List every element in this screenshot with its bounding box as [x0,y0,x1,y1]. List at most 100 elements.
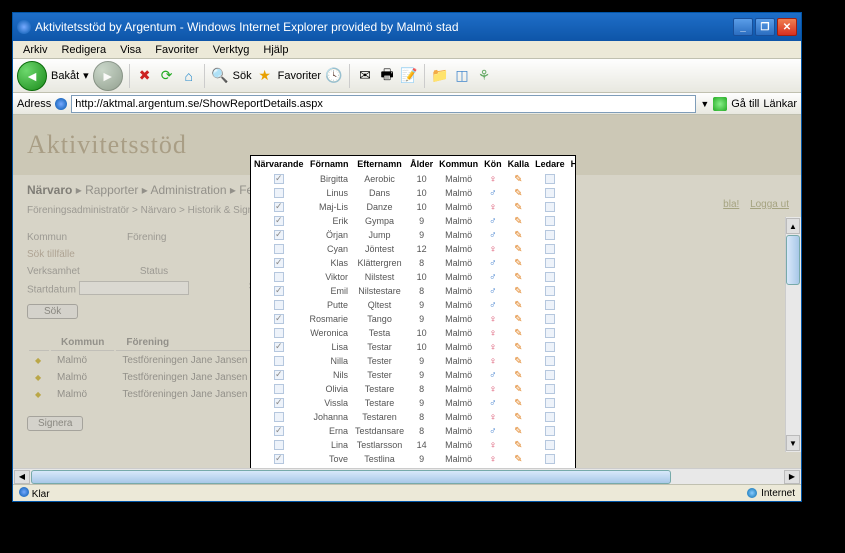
attendance-checkbox[interactable] [274,174,284,184]
menu-redigera[interactable]: Redigera [55,43,112,57]
ledare-checkbox[interactable] [545,356,555,366]
ledare-checkbox[interactable] [545,370,555,380]
mail-icon[interactable]: ✉ [356,67,374,85]
tool-icon-2[interactable]: ⚘ [475,67,493,85]
menu-visa[interactable]: Visa [114,43,147,57]
back-button[interactable]: ◄ [17,61,47,91]
ledare-checkbox[interactable] [545,174,555,184]
forward-button[interactable]: ► [93,61,123,91]
edit-icon[interactable]: ✎ [514,328,522,339]
refresh-icon[interactable]: ⟳ [158,67,176,85]
stop-icon[interactable]: ✖ [136,67,154,85]
scroll-left-icon[interactable]: ◀ [14,470,30,484]
minimize-button[interactable]: _ [733,18,753,36]
edit-icon[interactable]: ✎ [514,244,522,255]
ledare-checkbox[interactable] [545,384,555,394]
folder-icon[interactable]: 📁 [431,67,449,85]
go-label[interactable]: Gå till [731,98,759,110]
maximize-button[interactable]: ❐ [755,18,775,36]
ledare-checkbox[interactable] [545,440,555,450]
ledare-checkbox[interactable] [545,454,555,464]
ledare-checkbox[interactable] [545,314,555,324]
close-button[interactable]: ✕ [777,18,797,36]
ledare-checkbox[interactable] [545,216,555,226]
cell-kommun: Malmö [436,340,481,354]
attendance-checkbox[interactable] [274,188,284,198]
edit-icon[interactable]: ✎ [514,286,522,297]
scroll-thumb-h[interactable] [31,470,671,484]
attendance-checkbox[interactable] [274,398,284,408]
address-input[interactable] [71,95,696,113]
attendance-checkbox[interactable] [274,370,284,380]
ledare-checkbox[interactable] [545,230,555,240]
ledare-checkbox[interactable] [545,398,555,408]
edit-icon[interactable]: ✎ [514,412,522,423]
ledare-checkbox[interactable] [545,412,555,422]
links-label[interactable]: Länkar [763,98,797,110]
edit-icon[interactable]: ✎ [514,398,522,409]
home-icon[interactable]: ⌂ [180,67,198,85]
scroll-down-icon[interactable]: ▼ [786,435,800,451]
favorites-icon[interactable]: ★ [256,67,274,85]
attendance-row: Lina Testlarsson 14 Malmö ♀ ✎ [251,438,576,452]
attendance-checkbox[interactable] [274,286,284,296]
ledare-checkbox[interactable] [545,244,555,254]
ledare-checkbox[interactable] [545,258,555,268]
edit-icon[interactable]: ✎ [514,314,522,325]
go-icon[interactable] [713,97,727,111]
ledare-checkbox[interactable] [545,300,555,310]
edit-icon[interactable]: ✎ [514,454,522,465]
attendance-checkbox[interactable] [274,384,284,394]
attendance-checkbox[interactable] [274,454,284,464]
attendance-checkbox[interactable] [274,216,284,226]
attendance-checkbox[interactable] [274,202,284,212]
attendance-checkbox[interactable] [274,230,284,240]
edit-icon[interactable]: ✎ [514,230,522,241]
history-icon[interactable]: 🕓 [325,67,343,85]
attendance-checkbox[interactable] [274,258,284,268]
edit-icon[interactable]: ✎ [514,426,522,437]
scroll-up-icon[interactable]: ▲ [786,218,800,234]
attendance-checkbox[interactable] [274,328,284,338]
edit-icon[interactable]: ✎ [514,174,522,185]
attendance-checkbox[interactable] [274,356,284,366]
scroll-right-icon[interactable]: ▶ [784,470,800,484]
edit-icon[interactable]: ✎ [514,202,522,213]
print-icon[interactable]: 🖶 [378,67,396,85]
ledare-checkbox[interactable] [545,202,555,212]
edit-icon[interactable]: ✎ [514,356,522,367]
vertical-scrollbar[interactable]: ▲ ▼ [785,217,801,452]
edit-icon[interactable]: ✎ [514,384,522,395]
edit-icon[interactable]: ✎ [514,272,522,283]
edit-icon[interactable]: ✎ [514,342,522,353]
menu-favoriter[interactable]: Favoriter [149,43,204,57]
ledare-checkbox[interactable] [545,426,555,436]
search-icon[interactable]: 🔍 [211,67,229,85]
edit-icon[interactable]: ✎ [514,188,522,199]
menu-verktyg[interactable]: Verktyg [207,43,256,57]
edit-icon[interactable]: ✎ [514,258,522,269]
attendance-checkbox[interactable] [274,440,284,450]
edit-icon[interactable]: 📝 [400,67,418,85]
attendance-checkbox[interactable] [274,244,284,254]
ledare-checkbox[interactable] [545,328,555,338]
edit-icon[interactable]: ✎ [514,300,522,311]
attendance-checkbox[interactable] [274,342,284,352]
edit-icon[interactable]: ✎ [514,370,522,381]
horizontal-scrollbar[interactable]: ◀ ▶ [13,468,801,484]
menu-arkiv[interactable]: Arkiv [17,43,53,57]
ledare-checkbox[interactable] [545,188,555,198]
attendance-checkbox[interactable] [274,314,284,324]
ledare-checkbox[interactable] [545,342,555,352]
ledare-checkbox[interactable] [545,286,555,296]
scroll-thumb-v[interactable] [786,235,800,285]
edit-icon[interactable]: ✎ [514,440,522,451]
edit-icon[interactable]: ✎ [514,216,522,227]
tool-icon-1[interactable]: ◫ [453,67,471,85]
attendance-checkbox[interactable] [274,412,284,422]
attendance-checkbox[interactable] [274,272,284,282]
menu-hjalp[interactable]: Hjälp [257,43,294,57]
attendance-checkbox[interactable] [274,426,284,436]
attendance-checkbox[interactable] [274,300,284,310]
ledare-checkbox[interactable] [545,272,555,282]
